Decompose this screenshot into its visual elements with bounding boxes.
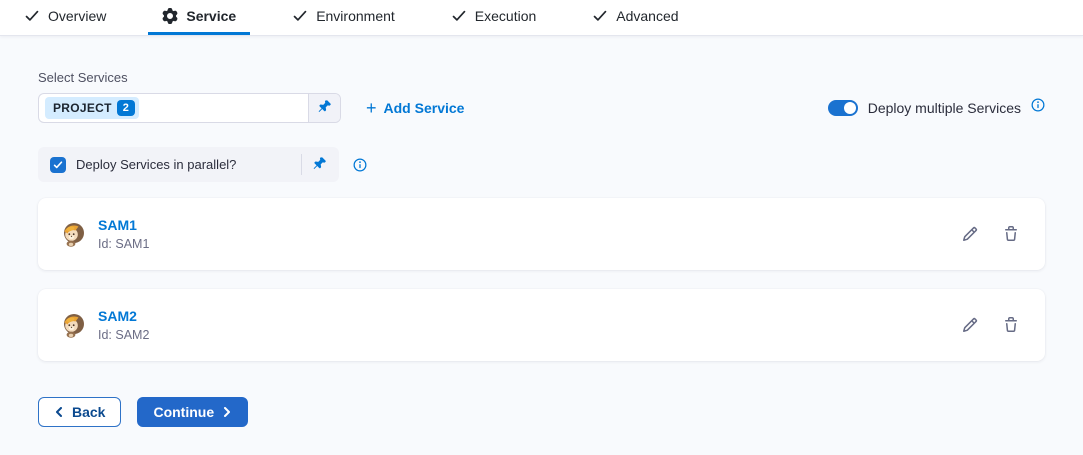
divider — [301, 154, 302, 175]
tab-service[interactable]: Service — [148, 0, 250, 35]
service-step-panel: Select Services PROJECT 2 + Add Service … — [0, 70, 1083, 427]
parallel-checkbox[interactable] — [50, 157, 66, 173]
toggle-knob — [844, 102, 856, 114]
info-icon[interactable] — [353, 158, 367, 172]
check-icon — [451, 8, 467, 24]
tag-count-badge: 2 — [117, 100, 135, 116]
tag-label: PROJECT — [53, 101, 112, 115]
tab-label: Environment — [316, 8, 395, 24]
service-card-sam1: SAM1 Id: SAM1 — [38, 198, 1045, 270]
parallel-checkbox-row: Deploy Services in parallel? — [38, 147, 339, 182]
tab-overview[interactable]: Overview — [10, 0, 120, 35]
service-avatar — [60, 312, 86, 338]
gear-icon — [162, 8, 178, 24]
check-icon — [592, 8, 608, 24]
selected-project-tag[interactable]: PROJECT 2 — [45, 97, 139, 119]
service-name-link[interactable]: SAM2 — [98, 308, 137, 324]
wizard-footer: Back Continue — [38, 397, 1045, 427]
tab-label: Advanced — [616, 8, 678, 24]
tab-execution[interactable]: Execution — [437, 0, 550, 35]
deploy-multiple-label: Deploy multiple Services — [868, 100, 1021, 116]
pin-services-button[interactable] — [308, 94, 340, 122]
service-meta: SAM2 Id: SAM2 — [98, 308, 149, 342]
card-actions — [962, 317, 1019, 333]
tab-label: Service — [186, 8, 236, 24]
tab-label: Overview — [48, 8, 106, 24]
chevron-right-icon — [222, 407, 232, 417]
delete-service-button[interactable] — [1003, 317, 1019, 333]
edit-service-button[interactable] — [962, 226, 978, 242]
check-icon — [292, 8, 308, 24]
select-services-label: Select Services — [38, 70, 1045, 85]
trash-icon — [1003, 317, 1019, 333]
pin-icon — [317, 99, 332, 117]
continue-button[interactable]: Continue — [137, 397, 248, 427]
add-service-button[interactable]: + Add Service — [366, 100, 464, 116]
deploy-multiple-group: Deploy multiple Services — [828, 100, 1045, 116]
plus-icon: + — [366, 101, 377, 115]
tab-advanced[interactable]: Advanced — [578, 0, 692, 35]
info-icon[interactable] — [1031, 98, 1045, 112]
service-name-link[interactable]: SAM1 — [98, 217, 137, 233]
service-meta: SAM1 Id: SAM1 — [98, 217, 149, 251]
parallel-checkbox-label: Deploy Services in parallel? — [76, 157, 236, 172]
back-label: Back — [72, 404, 105, 420]
check-icon — [24, 8, 40, 24]
service-avatar — [60, 221, 86, 247]
tab-environment[interactable]: Environment — [278, 0, 409, 35]
service-id: Id: SAM2 — [98, 328, 149, 342]
pencil-icon — [962, 226, 978, 242]
pin-parallel-button[interactable] — [310, 154, 329, 176]
card-actions — [962, 226, 1019, 242]
pencil-icon — [962, 317, 978, 333]
chevron-left-icon — [54, 407, 64, 417]
wizard-tab-bar: Overview Service Environment Execution A… — [0, 0, 1083, 36]
back-button[interactable]: Back — [38, 397, 121, 427]
service-card-sam2: SAM2 Id: SAM2 — [38, 289, 1045, 361]
services-multiselect-field[interactable]: PROJECT 2 — [39, 94, 308, 122]
trash-icon — [1003, 226, 1019, 242]
services-multiselect[interactable]: PROJECT 2 — [38, 93, 341, 123]
tab-label: Execution — [475, 8, 536, 24]
edit-service-button[interactable] — [962, 317, 978, 333]
service-id: Id: SAM1 — [98, 237, 149, 251]
pin-icon — [312, 156, 327, 174]
checkmark-icon — [53, 160, 63, 170]
deploy-multiple-toggle[interactable] — [828, 100, 858, 116]
add-service-label: Add Service — [384, 100, 465, 116]
delete-service-button[interactable] — [1003, 226, 1019, 242]
continue-label: Continue — [153, 404, 214, 420]
